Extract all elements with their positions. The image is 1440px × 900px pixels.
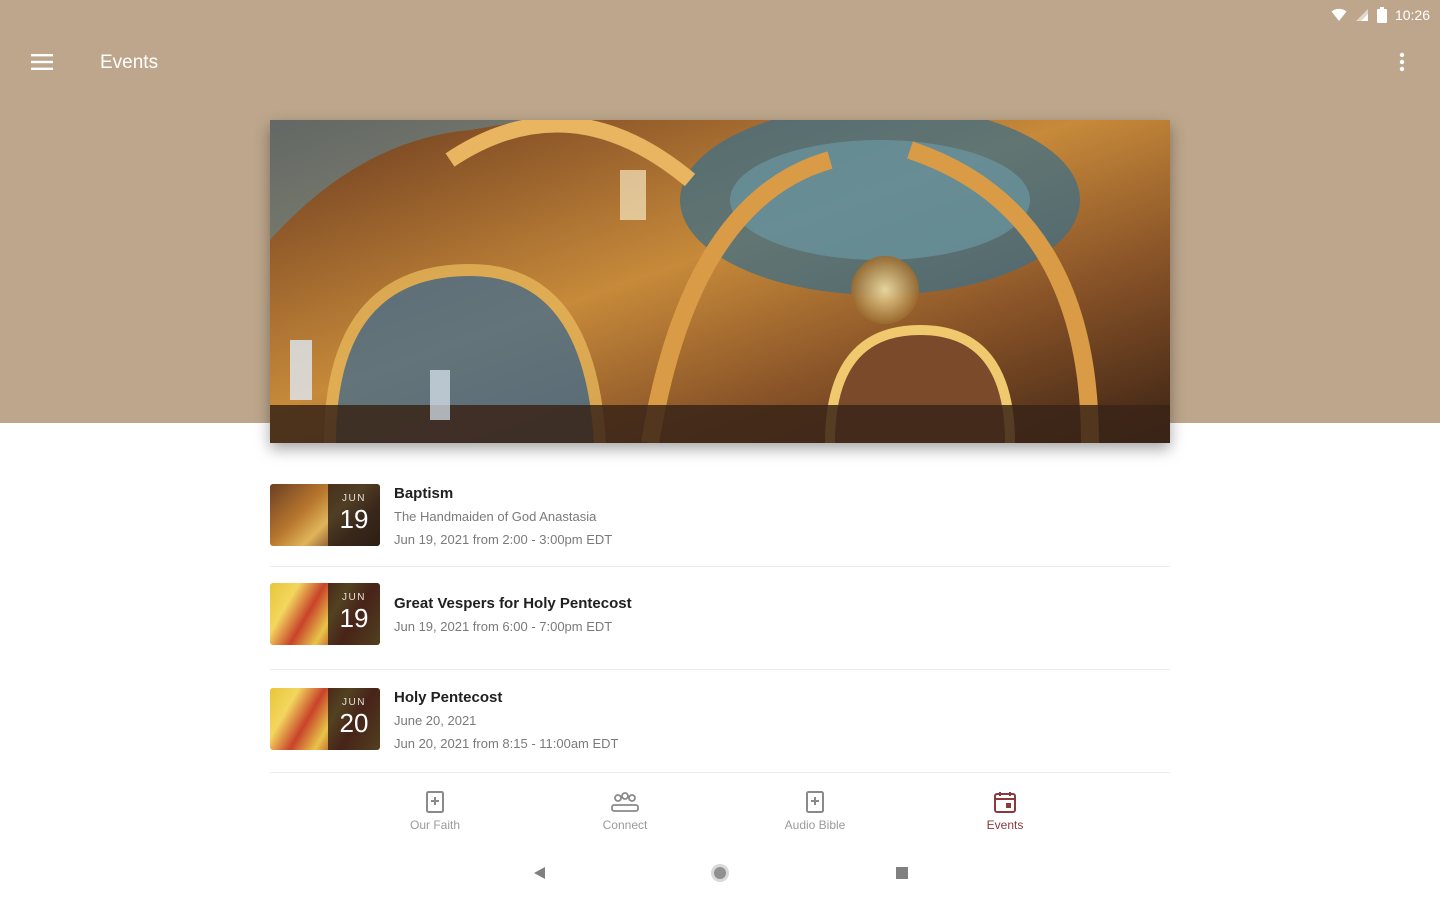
event-list: JUN 19 Baptism The Handmaiden of God Ana… — [270, 470, 1170, 773]
date-month: JUN — [342, 697, 366, 708]
nav-our-faith[interactable]: Our Faith — [340, 790, 530, 840]
date-badge: JUN 20 — [328, 688, 380, 750]
event-row[interactable]: JUN 19 Baptism The Handmaiden of God Ana… — [270, 470, 1170, 567]
event-time: Jun 20, 2021 from 8:15 - 11:00am EDT — [394, 736, 619, 751]
group-icon — [610, 790, 640, 814]
event-thumbnail: JUN 19 — [270, 583, 380, 645]
event-title: Holy Pentecost — [394, 689, 503, 706]
nav-audio-bible[interactable]: Audio Bible — [720, 790, 910, 840]
home-circle-icon — [710, 863, 730, 888]
system-navigation-bar — [0, 860, 1440, 888]
event-time: Jun 19, 2021 from 2:00 - 3:00pm EDT — [394, 532, 613, 547]
event-title: Great Vespers for Holy Pentecost — [394, 595, 632, 612]
book-plus-icon — [424, 790, 446, 814]
date-month: JUN — [342, 592, 366, 603]
church-interior-image — [270, 120, 1170, 443]
back-triangle-icon — [532, 866, 546, 885]
signal-icon — [1355, 8, 1369, 22]
status-bar: 10:26 — [1331, 0, 1440, 30]
status-time: 10:26 — [1394, 7, 1430, 23]
event-subtitle: June 20, 2021 — [394, 713, 477, 728]
nav-connect[interactable]: Connect — [530, 790, 720, 840]
nav-label: Events — [986, 818, 1024, 832]
nav-events[interactable]: Events — [910, 790, 1100, 840]
page-title: Events — [100, 52, 159, 73]
app-bar: Events — [0, 38, 1440, 90]
date-day: 19 — [339, 504, 369, 534]
wifi-icon — [1331, 8, 1347, 22]
date-badge: JUN 19 — [328, 583, 380, 645]
system-recents-button[interactable] — [891, 864, 913, 886]
event-text: Baptism The Handmaiden of God Anastasia … — [394, 484, 612, 550]
nav-label: Audio Bible — [784, 818, 846, 832]
overflow-menu-button[interactable] — [1382, 44, 1422, 84]
menu-button[interactable] — [22, 44, 62, 84]
date-day: 20 — [339, 708, 369, 738]
recents-square-icon — [895, 866, 909, 885]
system-back-button[interactable] — [528, 864, 550, 886]
date-day: 19 — [339, 603, 369, 633]
calendar-icon — [993, 790, 1017, 814]
nav-label: Connect — [602, 818, 648, 832]
event-row[interactable]: JUN 20 Holy Pentecost June 20, 2021 Jun … — [270, 670, 1170, 773]
date-badge: JUN 19 — [328, 484, 380, 546]
event-time: Jun 19, 2021 from 6:00 - 7:00pm EDT — [394, 619, 613, 634]
book-plus-icon — [804, 790, 826, 814]
menu-icon — [31, 53, 53, 75]
event-subtitle: The Handmaiden of God Anastasia — [394, 509, 597, 524]
battery-icon — [1376, 7, 1387, 23]
event-row[interactable]: JUN 19 Great Vespers for Holy Pentecost … — [270, 567, 1170, 670]
nav-label: Our Faith — [409, 818, 460, 832]
date-month: JUN — [342, 493, 366, 504]
event-text: Great Vespers for Holy Pentecost Jun 19,… — [394, 594, 632, 637]
more-vert-icon — [1399, 52, 1405, 77]
event-thumbnail: JUN 19 — [270, 484, 380, 546]
system-home-button[interactable] — [709, 863, 731, 888]
event-title: Baptism — [394, 485, 454, 502]
event-text: Holy Pentecost June 20, 2021 Jun 20, 202… — [394, 688, 619, 754]
hero-image — [270, 120, 1170, 443]
bottom-navigation: Our Faith Connect Audio Bible Events — [340, 790, 1100, 840]
event-thumbnail: JUN 20 — [270, 688, 380, 750]
